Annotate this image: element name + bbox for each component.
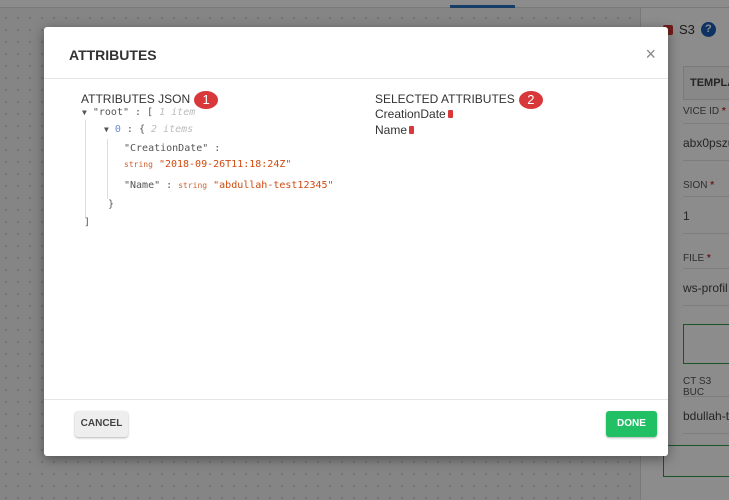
- json-key: "CreationDate" :: [124, 143, 221, 154]
- json-value: "2018-09-26T11:18:24Z": [158, 159, 292, 170]
- selected-attribute: Name: [375, 123, 415, 137]
- cancel-button[interactable]: CANCEL: [75, 411, 128, 437]
- close-icon[interactable]: ×: [645, 44, 656, 65]
- modal-title: ATTRIBUTES: [69, 47, 157, 63]
- json-value: "abdullah-test12345": [213, 180, 334, 191]
- modal-header: ATTRIBUTES ×: [44, 27, 668, 79]
- modal-footer-divider: [44, 399, 668, 400]
- done-button[interactable]: DONE: [606, 411, 657, 437]
- step-badge: 2: [518, 91, 543, 109]
- collapse-item-icon[interactable]: ▼: [104, 125, 109, 134]
- attributes-modal: ATTRIBUTES × ATTRIBUTES JSON 1 ▼ "root" :…: [44, 27, 668, 456]
- selected-attribute: CreationDate: [375, 107, 453, 121]
- trash-icon[interactable]: [409, 126, 415, 134]
- collapse-root-icon[interactable]: ▼: [82, 108, 87, 117]
- step-badge: 1: [194, 91, 219, 109]
- trash-icon[interactable]: [447, 110, 453, 118]
